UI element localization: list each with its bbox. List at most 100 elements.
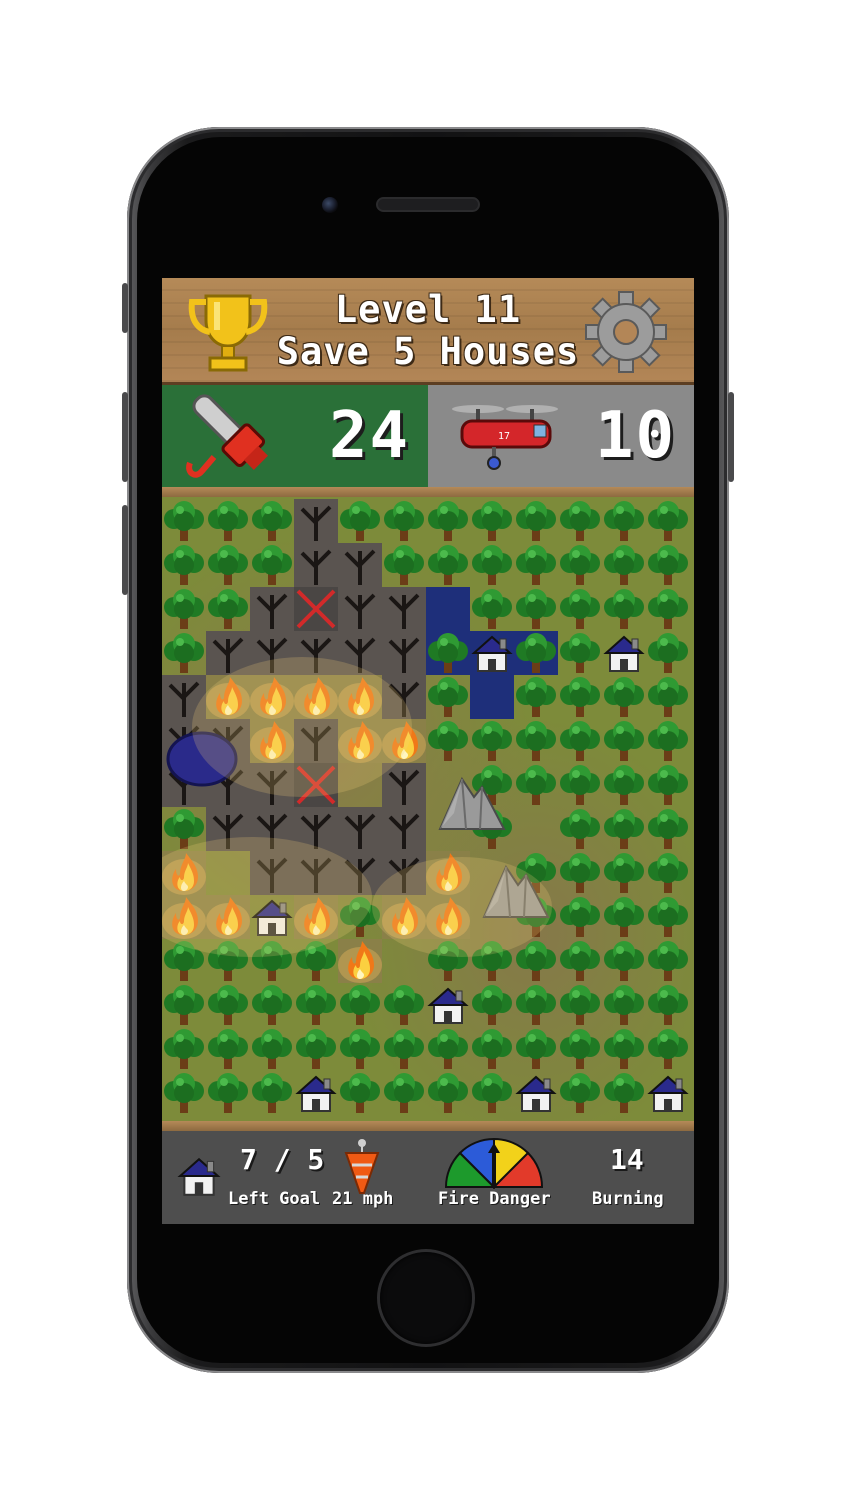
tree-icon[interactable] [472, 545, 512, 585]
tree-icon[interactable] [604, 1029, 644, 1069]
tree-icon[interactable] [428, 677, 468, 717]
burnt-tree-icon[interactable] [338, 807, 382, 851]
tree-icon[interactable] [384, 1073, 424, 1113]
tree-icon[interactable] [252, 985, 292, 1025]
tree-icon[interactable] [648, 853, 688, 893]
tree-icon[interactable] [208, 501, 248, 541]
tree-icon[interactable] [648, 941, 688, 981]
tree-icon[interactable] [428, 721, 468, 761]
tree-icon[interactable] [560, 677, 600, 717]
tree-icon[interactable] [560, 985, 600, 1025]
tree-icon[interactable] [208, 1073, 248, 1113]
tree-icon[interactable] [340, 501, 380, 541]
tree-icon[interactable] [252, 545, 292, 585]
tree-icon[interactable] [164, 809, 204, 849]
tree-icon[interactable] [604, 765, 644, 805]
tree-icon[interactable] [560, 501, 600, 541]
burnt-tree-icon[interactable] [294, 543, 338, 587]
burnt-tree-icon[interactable] [294, 499, 338, 543]
tree-icon[interactable] [648, 721, 688, 761]
tree-icon[interactable] [384, 985, 424, 1025]
house-icon[interactable] [649, 1076, 687, 1112]
tree-icon[interactable] [648, 985, 688, 1025]
burnt-tree-icon[interactable] [338, 543, 382, 587]
tree-icon[interactable] [516, 1029, 556, 1069]
tree-icon[interactable] [164, 545, 204, 585]
tree-icon[interactable] [648, 1029, 688, 1069]
tree-icon[interactable] [164, 633, 204, 673]
tree-icon[interactable] [164, 1029, 204, 1069]
tree-icon[interactable] [604, 1073, 644, 1113]
tree-icon[interactable] [340, 985, 380, 1025]
tree-icon[interactable] [296, 985, 336, 1025]
tree-icon[interactable] [384, 545, 424, 585]
tree-icon[interactable] [164, 985, 204, 1025]
tree-icon[interactable] [648, 809, 688, 849]
tree-icon[interactable] [560, 1073, 600, 1113]
tree-icon[interactable] [472, 589, 512, 629]
tree-icon[interactable] [516, 545, 556, 585]
cut-tile-icon[interactable] [294, 587, 338, 631]
burnt-tree-icon[interactable] [338, 587, 382, 631]
tree-icon[interactable] [296, 1029, 336, 1069]
tree-icon[interactable] [384, 501, 424, 541]
tree-icon[interactable] [516, 501, 556, 541]
burnt-tree-icon[interactable] [382, 807, 426, 851]
tree-icon[interactable] [208, 545, 248, 585]
tree-icon[interactable] [252, 1029, 292, 1069]
house-icon[interactable] [605, 636, 643, 672]
tree-icon[interactable] [208, 589, 248, 629]
tree-icon[interactable] [648, 589, 688, 629]
map-grid[interactable] [162, 497, 694, 1121]
tree-icon[interactable] [604, 897, 644, 937]
tree-icon[interactable] [428, 501, 468, 541]
tree-icon[interactable] [208, 1029, 248, 1069]
tree-icon[interactable] [560, 809, 600, 849]
tree-icon[interactable] [560, 1029, 600, 1069]
tree-icon[interactable] [516, 985, 556, 1025]
tree-icon[interactable] [208, 985, 248, 1025]
tree-icon[interactable] [516, 941, 556, 981]
tree-icon[interactable] [604, 985, 644, 1025]
tree-icon[interactable] [648, 897, 688, 937]
tree-icon[interactable] [252, 1073, 292, 1113]
tree-icon[interactable] [164, 501, 204, 541]
house-icon[interactable] [517, 1076, 555, 1112]
tree-icon[interactable] [604, 721, 644, 761]
tree-icon[interactable] [472, 985, 512, 1025]
house-icon[interactable] [429, 988, 467, 1024]
tree-icon[interactable] [604, 589, 644, 629]
tree-icon[interactable] [604, 545, 644, 585]
tree-icon[interactable] [648, 545, 688, 585]
tree-icon[interactable] [604, 853, 644, 893]
tree-icon[interactable] [604, 677, 644, 717]
tree-icon[interactable] [560, 589, 600, 629]
tree-icon[interactable] [560, 633, 600, 673]
tree-icon[interactable] [648, 677, 688, 717]
home-button[interactable] [380, 1252, 472, 1344]
tree-icon[interactable] [340, 1073, 380, 1113]
house-icon[interactable] [297, 1076, 335, 1112]
tree-icon[interactable] [472, 1029, 512, 1069]
burnt-tree-icon[interactable] [382, 587, 426, 631]
tree-icon[interactable] [604, 941, 644, 981]
tree-icon[interactable] [648, 633, 688, 673]
tree-icon[interactable] [648, 765, 688, 805]
tree-icon[interactable] [516, 677, 556, 717]
gear-icon[interactable] [582, 288, 670, 376]
tree-icon[interactable] [516, 589, 556, 629]
tree-icon[interactable] [164, 589, 204, 629]
tree-icon[interactable] [560, 721, 600, 761]
tree-icon[interactable] [384, 1029, 424, 1069]
tree-icon[interactable] [648, 501, 688, 541]
tree-icon[interactable] [428, 1029, 468, 1069]
tree-icon[interactable] [252, 501, 292, 541]
tree-icon[interactable] [560, 897, 600, 937]
tree-icon[interactable] [560, 545, 600, 585]
tree-icon[interactable] [604, 501, 644, 541]
tree-icon[interactable] [604, 809, 644, 849]
tree-icon[interactable] [428, 545, 468, 585]
chainsaw-tool-button[interactable]: 24 [162, 385, 428, 487]
game-map[interactable] [162, 497, 694, 1121]
tree-icon[interactable] [516, 721, 556, 761]
